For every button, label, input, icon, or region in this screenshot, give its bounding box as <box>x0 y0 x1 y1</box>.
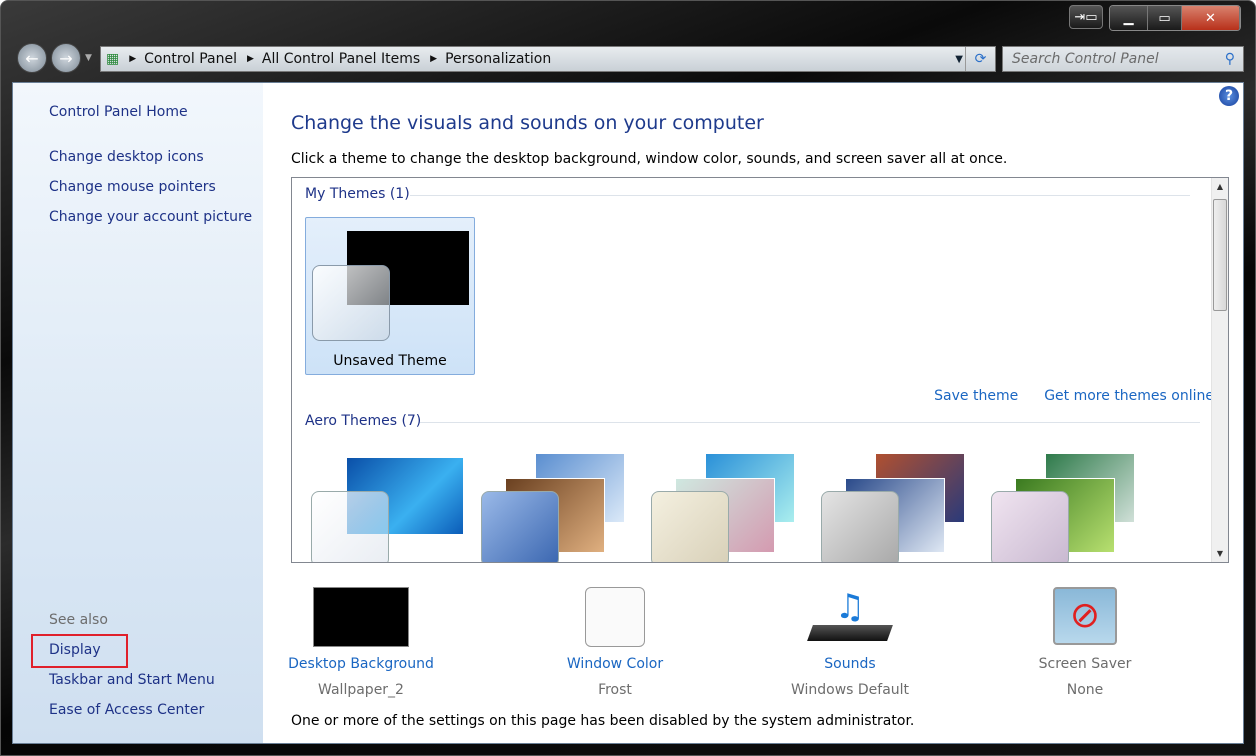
change-mouse-pointers-link[interactable]: Change mouse pointers <box>49 179 216 195</box>
maximize-button[interactable]: ▭ <box>1148 6 1182 30</box>
screen-saver-disabled-icon: ⊘ <box>1053 587 1117 645</box>
desktop-background-link[interactable]: Desktop Background <box>261 656 461 672</box>
aero-themes-label: Aero Themes (7) <box>305 413 422 429</box>
get-more-themes-link[interactable]: Get more themes online <box>1044 388 1214 404</box>
recent-pages-chevron-icon[interactable]: ▼ <box>85 53 92 63</box>
screen-saver-label: Screen Saver <box>1038 656 1132 672</box>
chevron-right-icon[interactable]: ▶ <box>129 54 136 64</box>
chevron-right-icon[interactable]: ▶ <box>247 54 254 64</box>
search-placeholder: Search Control Panel <box>1012 51 1159 67</box>
chevron-right-icon[interactable]: ▶ <box>430 54 437 64</box>
desktop-background-preview <box>313 587 409 647</box>
themes-list: My Themes (1) Unsaved Theme Save theme G… <box>291 177 1229 563</box>
admin-disabled-note: One or more of the settings on this page… <box>291 713 915 729</box>
display-link[interactable]: Display <box>49 642 101 658</box>
my-themes-label: My Themes (1) <box>305 186 410 202</box>
control-panel-home-link[interactable]: Control Panel Home <box>49 104 188 120</box>
theme-preview-glass <box>991 491 1069 562</box>
theme-windows-7[interactable] <box>305 453 465 562</box>
sounds-icon: ♫ <box>807 587 893 647</box>
search-input[interactable]: Search Control Panel ⚲ <box>1002 46 1244 72</box>
content-area: Control Panel Home Change desktop icons … <box>12 82 1244 744</box>
page-title: Change the visuals and sounds on your co… <box>291 112 764 134</box>
my-themes-header: My Themes (1) <box>305 186 1190 202</box>
scrollbar-thumb[interactable] <box>1213 199 1227 311</box>
theme-nature[interactable] <box>985 453 1145 562</box>
divider <box>410 195 1190 196</box>
address-dropdown-icon[interactable]: ▼ <box>955 54 963 65</box>
sidebar: Control Panel Home Change desktop icons … <box>13 83 263 743</box>
desktop-background-value: Wallpaper_2 <box>318 682 404 698</box>
sounds-link[interactable]: Sounds <box>750 656 950 672</box>
theme-preview-glass <box>481 491 559 562</box>
unsaved-theme-tile[interactable]: Unsaved Theme <box>305 217 475 375</box>
screen-saver-value: None <box>1066 682 1104 698</box>
theme-architecture[interactable] <box>475 453 635 562</box>
change-account-picture-link[interactable]: Change your account picture <box>49 209 252 225</box>
breadcrumb-personalization[interactable]: Personalization <box>445 51 551 67</box>
help-icon[interactable]: ? <box>1219 86 1239 106</box>
theme-preview-glass <box>651 491 729 562</box>
address-bar[interactable]: ▦ ▶ Control Panel ▶ All Control Panel Item… <box>100 46 996 72</box>
close-button[interactable]: ✕ <box>1182 6 1240 30</box>
window-color-value: Frost <box>598 682 632 698</box>
ease-of-access-link[interactable]: Ease of Access Center <box>49 702 204 718</box>
unsaved-theme-label: Unsaved Theme <box>333 353 447 369</box>
window-color-swatch <box>585 587 645 647</box>
themes-scrollbar[interactable]: ▲ ▼ <box>1211 178 1228 562</box>
aero-themes-header: Aero Themes (7) <box>305 413 1200 429</box>
intro-text: Click a theme to change the desktop back… <box>291 151 1008 167</box>
window-color-link[interactable]: Window Color <box>515 656 715 672</box>
see-also-label: See also <box>49 612 108 628</box>
remote-desktop-icon[interactable]: ⇥▭ <box>1069 5 1103 29</box>
change-desktop-icons-link[interactable]: Change desktop icons <box>49 149 204 165</box>
scroll-down-icon[interactable]: ▼ <box>1212 549 1228 558</box>
forward-button[interactable]: → <box>51 43 81 73</box>
back-button[interactable]: ← <box>17 43 47 73</box>
save-theme-link[interactable]: Save theme <box>934 388 1018 404</box>
taskbar-start-menu-link[interactable]: Taskbar and Start Menu <box>49 672 215 688</box>
theme-preview-glass <box>311 491 389 562</box>
theme-preview-glass <box>821 491 899 562</box>
breadcrumb-control-panel[interactable]: Control Panel <box>144 51 237 67</box>
breadcrumb-all-items[interactable]: All Control Panel Items <box>262 51 420 67</box>
theme-preview-glass <box>312 265 390 341</box>
control-panel-icon: ▦ <box>106 51 120 67</box>
theme-landscapes[interactable] <box>815 453 975 562</box>
divider <box>420 422 1200 423</box>
sounds-value: Windows Default <box>790 682 910 698</box>
theme-characters[interactable] <box>645 453 805 562</box>
search-icon[interactable]: ⚲ <box>1225 51 1235 67</box>
refresh-icon[interactable]: ⟳ <box>965 47 995 71</box>
minimize-button[interactable]: ▁ <box>1110 6 1148 30</box>
scroll-up-icon[interactable]: ▲ <box>1212 182 1228 191</box>
main-pane: ? Change the visuals and sounds on your … <box>263 83 1243 743</box>
